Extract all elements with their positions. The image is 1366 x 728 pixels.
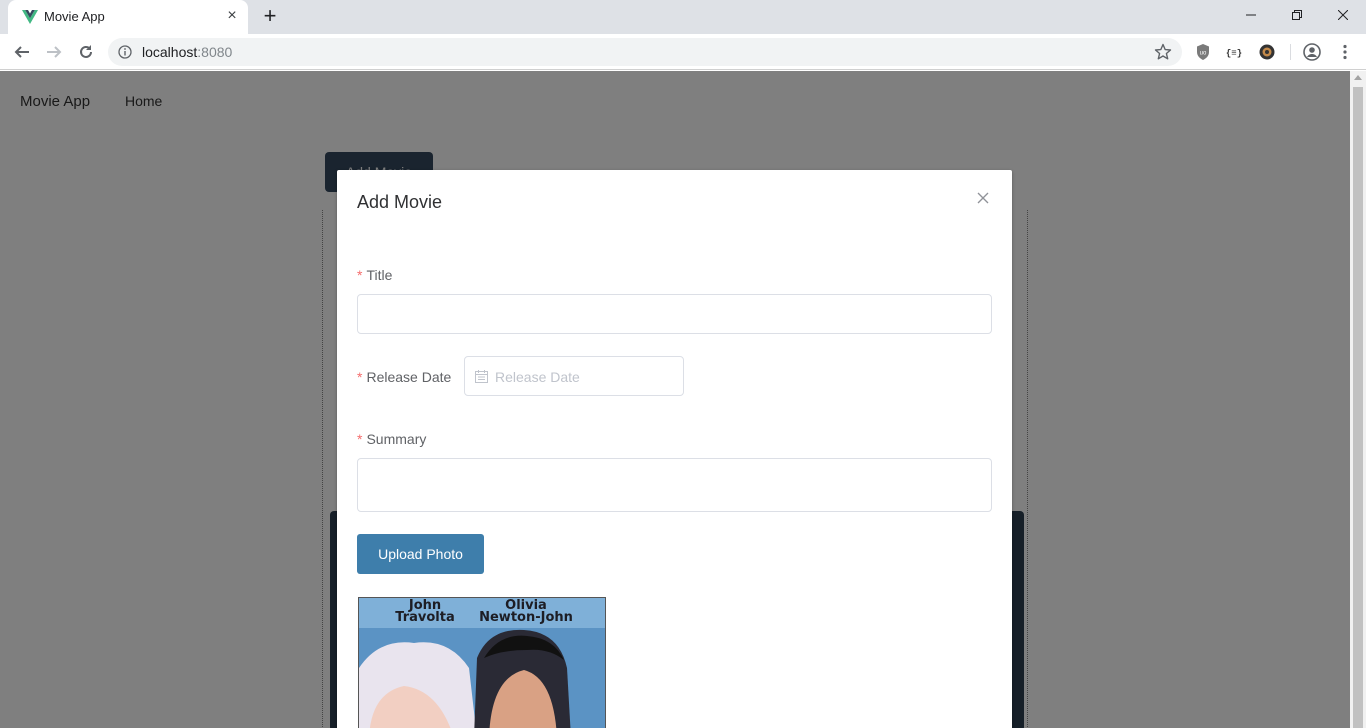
poster-actor-right: Olivia Newton-John [471, 599, 581, 625]
url-text: localhost:8080 [142, 44, 232, 60]
window-close-icon[interactable] [1320, 0, 1366, 30]
bookmark-star-icon[interactable] [1154, 43, 1172, 61]
reload-icon[interactable] [74, 40, 98, 64]
tab-title: Movie App [44, 9, 105, 24]
upload-photo-button[interactable]: Upload Photo [357, 534, 484, 574]
title-label: * Title [357, 267, 392, 283]
tab-close-icon[interactable]: × [224, 8, 240, 24]
ublock-extension-icon[interactable]: uo [1193, 42, 1213, 62]
svg-text:{≡}: {≡} [1226, 49, 1242, 59]
forward-arrow-icon[interactable] [42, 40, 66, 64]
dialog-title: Add Movie [357, 192, 443, 212]
release-date-label-text: Release Date [366, 369, 452, 385]
release-date-placeholder: Release Date [495, 369, 580, 385]
back-arrow-icon[interactable] [10, 40, 34, 64]
extension-icon[interactable] [1257, 42, 1277, 62]
poster-actor-right-last: Newton-John [479, 610, 573, 625]
toolbar-divider [1290, 44, 1291, 60]
release-date-picker[interactable]: Release Date [464, 356, 684, 396]
svg-text:uo: uo [1200, 51, 1207, 57]
calendar-icon [475, 370, 488, 383]
new-tab-icon[interactable]: + [258, 4, 282, 28]
account-avatar-icon[interactable] [1302, 42, 1322, 62]
browser-toolbar: localhost:8080 uo {≡} [0, 34, 1366, 70]
close-icon[interactable] [975, 190, 991, 206]
add-movie-dialog: Add Movie * Title * Release Date Release D… [337, 170, 1012, 728]
title-label-text: Title [366, 267, 393, 283]
scroll-up-arrow-icon[interactable] [1354, 75, 1362, 80]
window-restore-icon[interactable] [1274, 0, 1320, 30]
vue-logo-icon [22, 10, 38, 24]
required-asterisk: * [357, 267, 363, 283]
browser-tab[interactable]: Movie App × [8, 0, 248, 34]
movie-poster-preview: John Travolta Olivia Newton-John [358, 597, 606, 728]
required-asterisk: * [357, 369, 363, 385]
poster-actor-left: John Travolta [383, 599, 467, 625]
info-icon[interactable] [118, 45, 132, 59]
window-minimize-icon[interactable] [1228, 0, 1274, 30]
required-asterisk: * [357, 431, 363, 447]
poster-actor-left-last: Travolta [395, 610, 455, 625]
url-port: :8080 [197, 44, 233, 60]
json-viewer-extension-icon[interactable]: {≡} [1224, 42, 1244, 62]
page-scrollbar[interactable] [1350, 71, 1366, 728]
address-bar[interactable]: localhost:8080 [108, 38, 1182, 66]
release-date-label: * Release Date [357, 369, 451, 385]
summary-textarea[interactable] [357, 458, 992, 512]
url-host: localhost [142, 44, 198, 60]
summary-label: * Summary [357, 431, 426, 447]
browser-menu-icon[interactable] [1335, 42, 1355, 62]
summary-label-text: Summary [366, 431, 427, 447]
title-input[interactable] [357, 294, 992, 334]
browser-tab-strip: Movie App × + [0, 0, 1366, 34]
scrollbar-thumb[interactable] [1353, 87, 1363, 728]
